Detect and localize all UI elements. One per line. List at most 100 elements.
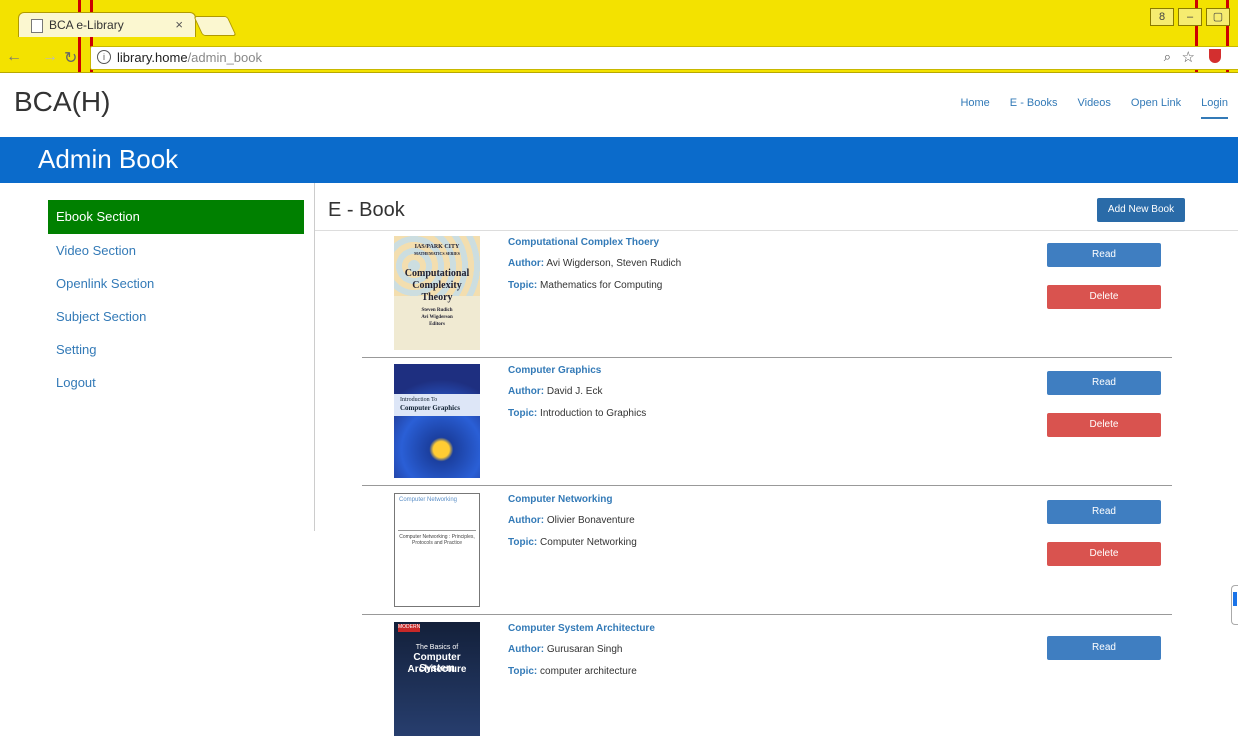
cover-text: Computer Graphics [400, 404, 460, 412]
widget-icon [1233, 592, 1237, 606]
reload-icon[interactable]: ↻ [64, 48, 77, 68]
book-author: Author: Gurusaran Singh [508, 644, 623, 655]
close-tab-icon[interactable]: × [175, 17, 183, 32]
book-cover[interactable]: Computer Networking Computer Networking … [394, 493, 480, 607]
nav-home[interactable]: Home [960, 97, 989, 119]
book-cover[interactable]: Introduction To Computer Graphics [394, 364, 480, 478]
topic-value: Mathematics for Computing [540, 280, 663, 291]
sidebar-divider [314, 183, 315, 531]
sidebar-item-setting[interactable]: Setting [48, 333, 304, 366]
nav-login[interactable]: Login [1201, 97, 1228, 119]
author-value: Avi Wigderson, Steven Rudich [546, 258, 682, 269]
book-author: Author: Olivier Bonaventure [508, 515, 635, 526]
author-key: Author: [508, 515, 545, 526]
topic-key: Topic: [508, 408, 538, 419]
page-title: Admin Book [38, 144, 179, 174]
book-row: MODERN The Basics of Computer System Arc… [362, 616, 1172, 736]
side-widget-tab[interactable] [1231, 585, 1238, 625]
book-title[interactable]: Computer Networking [508, 494, 612, 505]
topic-value: Computer Networking [540, 537, 637, 548]
read-button[interactable]: Read [1047, 636, 1161, 660]
cover-text: Architecture [407, 664, 467, 675]
cover-text: Editors [429, 322, 445, 327]
topic-value: Introduction to Graphics [540, 408, 647, 419]
book-row: IAS/PARK CITY MATHEMATICS SERIES Computa… [362, 230, 1172, 358]
book-cover[interactable]: IAS/PARK CITY MATHEMATICS SERIES Computa… [394, 236, 480, 350]
browser-tab[interactable]: BCA e-Library × [18, 12, 196, 37]
star-icon[interactable]: ☆ [1182, 48, 1195, 66]
sidebar-item-ebook[interactable]: Ebook Section [48, 200, 304, 234]
browser-frame: BCA e-Library × 8 – ▢ ← → ↻ i library.ho… [0, 0, 1238, 73]
book-topic: Topic: Computer Networking [508, 537, 637, 548]
cover-text: Complexity [412, 280, 462, 291]
section-title: E - Book [328, 199, 405, 221]
cover-text: MATHEMATICS SERIES [414, 251, 460, 256]
sidebar-item-subject[interactable]: Subject Section [48, 300, 304, 333]
book-title[interactable]: Computational Complex Thoery [508, 237, 659, 248]
author-key: Author: [508, 258, 545, 269]
sidebar-item-video[interactable]: Video Section [48, 234, 304, 267]
author-value: Olivier Bonaventure [546, 515, 635, 526]
site-brand[interactable]: BCA(H) [14, 86, 110, 118]
cover-text: The Basics of [415, 644, 459, 651]
book-author: Author: David J. Eck [508, 386, 602, 397]
book-cover[interactable]: MODERN The Basics of Computer System Arc… [394, 622, 480, 736]
read-button[interactable]: Read [1047, 371, 1161, 395]
cover-text: Steven Rudich [421, 308, 453, 313]
cover-art [398, 530, 476, 531]
delete-button[interactable]: Delete [1047, 413, 1161, 437]
cover-text: MODERN [398, 624, 421, 632]
cover-text: Theory [421, 292, 453, 303]
window-controls: 8 – ▢ [1150, 8, 1230, 28]
user-icon[interactable]: 8 [1150, 8, 1174, 26]
book-row: Computer Networking Computer Networking … [362, 487, 1172, 615]
delete-button[interactable]: Delete [1047, 285, 1161, 309]
topic-key: Topic: [508, 537, 538, 548]
page-icon [31, 19, 43, 33]
page-header: Admin Book [0, 137, 1238, 183]
author-value: David J. Eck [546, 386, 603, 397]
add-new-book-button[interactable]: Add New Book [1097, 198, 1185, 222]
cover-text: IAS/PARK CITY [414, 244, 460, 250]
book-row: Introduction To Computer Graphics Comput… [362, 358, 1172, 486]
topic-value: computer architecture [540, 666, 637, 677]
read-button[interactable]: Read [1047, 243, 1161, 267]
topic-key: Topic: [508, 666, 538, 677]
row-divider [362, 614, 1172, 615]
author-key: Author: [508, 386, 545, 397]
zoom-icon[interactable]: ⌕ [1164, 49, 1171, 65]
nav-ebooks[interactable]: E - Books [1010, 97, 1058, 119]
url-text[interactable]: library.home/admin_book [117, 50, 262, 65]
back-icon[interactable]: ← [6, 48, 22, 66]
cover-text: Computer Networking : Principles, Protoc… [399, 534, 475, 546]
book-topic: Topic: computer architecture [508, 666, 637, 677]
tab-title: BCA e-Library [49, 18, 124, 32]
author-key: Author: [508, 644, 545, 655]
url-path: /admin_book [187, 50, 263, 65]
maximize-button[interactable]: ▢ [1206, 8, 1230, 26]
sidebar-item-openlink[interactable]: Openlink Section [48, 267, 304, 300]
book-author: Author: Avi Wigderson, Steven Rudich [508, 258, 681, 269]
book-title[interactable]: Computer System Architecture [508, 623, 655, 634]
minimize-button[interactable]: – [1178, 8, 1202, 26]
read-button[interactable]: Read [1047, 500, 1161, 524]
cover-text: Introduction To [400, 397, 438, 403]
top-nav: Home E - Books Videos Open Link Login [940, 97, 1228, 119]
cover-text: Avi Wigderson [421, 315, 453, 320]
forward-icon[interactable]: → [42, 48, 58, 66]
delete-button[interactable]: Delete [1047, 542, 1161, 566]
book-topic: Topic: Mathematics for Computing [508, 280, 662, 291]
sidebar-item-logout[interactable]: Logout [48, 366, 304, 399]
address-bar[interactable]: i library.home/admin_book ⌕ ☆ [90, 46, 1238, 70]
author-value: Gurusaran Singh [546, 644, 623, 655]
nav-videos[interactable]: Videos [1077, 97, 1110, 119]
book-topic: Topic: Introduction to Graphics [508, 408, 646, 419]
sidebar: Ebook Section Video Section Openlink Sec… [48, 200, 304, 399]
info-icon[interactable]: i [97, 50, 111, 64]
shield-icon[interactable] [1209, 49, 1221, 63]
row-divider [362, 485, 1172, 486]
book-title[interactable]: Computer Graphics [508, 365, 601, 376]
cover-text: Computer Networking [399, 497, 458, 503]
nav-open-link[interactable]: Open Link [1131, 97, 1181, 119]
topic-key: Topic: [508, 280, 538, 291]
